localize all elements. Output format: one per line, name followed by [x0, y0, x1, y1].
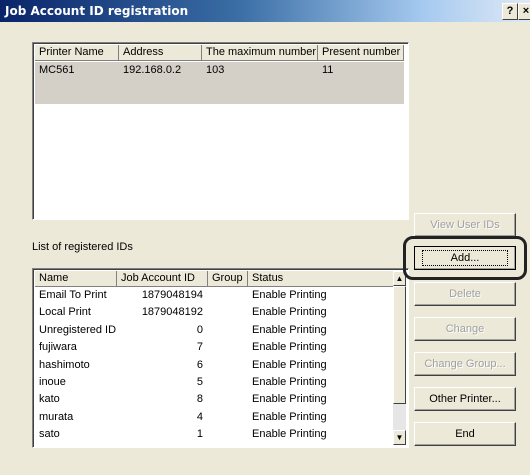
table-row[interactable]: hashimoto 6 Enable Printing [35, 358, 393, 373]
cell-group [212, 340, 246, 354]
table-row[interactable]: sato 1 Enable Printing [35, 427, 393, 442]
cell-id: 1879048192 [141, 306, 203, 319]
table-row[interactable]: Local Print 1879048192 Enable Printing [35, 305, 393, 320]
table-row[interactable]: Email To Print 1879048194 Enable Printing [35, 288, 393, 303]
ids-col-name[interactable]: Name [35, 271, 117, 287]
cell-id: 4 [196, 410, 203, 423]
cell-group [212, 288, 246, 302]
table-row[interactable]: murata 4 Enable Printing [35, 410, 393, 425]
registered-ids-list[interactable]: Name Job Account ID Group Status Email T… [32, 268, 409, 448]
cell-id: 8 [196, 393, 203, 406]
change-button[interactable]: Change [414, 317, 516, 341]
cell-name: kato [39, 393, 60, 406]
cell-name: sato [39, 428, 60, 441]
cell-name: Unregistered ID [39, 323, 117, 336]
cell-name: fujiwara [39, 341, 77, 354]
window-title: Job Account ID registration [5, 4, 189, 18]
scroll-down-button[interactable]: ▼ [393, 430, 406, 445]
ids-col-group[interactable]: Group [208, 271, 248, 287]
printer-name-cell: MC561 [39, 64, 75, 76]
cell-id: 1879048194 [141, 289, 203, 301]
printer-present-cell: 11 [322, 64, 334, 76]
cell-id: 7 [196, 341, 203, 354]
cell-status: Enable Printing [252, 428, 327, 441]
table-row[interactable]: Unregistered ID 0 Enable Printing [35, 323, 393, 338]
delete-button[interactable]: Delete [414, 282, 516, 306]
table-row[interactable]: inoue 5 Enable Printing [35, 375, 393, 390]
cell-group [212, 375, 246, 389]
cell-name: Local Print [39, 306, 91, 319]
cell-status: Enable Printing [252, 323, 327, 336]
cell-id: 5 [196, 376, 203, 388]
printer-col-present[interactable]: Present number [318, 45, 404, 61]
ids-col-jobid[interactable]: Job Account ID [117, 271, 208, 287]
cell-name: inoue [39, 376, 66, 388]
view-user-ids-button[interactable]: View User IDs [414, 213, 516, 237]
printer-col-max[interactable]: The maximum number [202, 45, 318, 61]
help-button[interactable]: ? [502, 3, 518, 20]
add-button[interactable]: Add... [414, 246, 516, 270]
table-row[interactable]: fujiwara 7 Enable Printing [35, 340, 393, 355]
cell-name: Email To Print [39, 289, 107, 301]
cell-status: Enable Printing [252, 358, 327, 371]
printer-col-address[interactable]: Address [119, 45, 202, 61]
close-button[interactable]: × [518, 3, 530, 20]
table-row[interactable]: kato 8 Enable Printing [35, 392, 393, 407]
printer-address-cell: 192.168.0.2 [123, 64, 182, 76]
other-printer-button[interactable]: Other Printer... [414, 387, 516, 411]
cell-name: murata [39, 410, 74, 423]
end-button[interactable]: End [414, 422, 516, 446]
cell-group [212, 358, 246, 372]
cell-status: Enable Printing [252, 306, 327, 319]
cell-status: Enable Printing [252, 289, 327, 301]
cell-status: Enable Printing [252, 376, 327, 388]
cell-group [212, 323, 246, 337]
cell-id: 0 [196, 323, 203, 336]
cell-group [212, 427, 246, 441]
cell-status: Enable Printing [252, 410, 327, 423]
registered-ids-label: List of registered IDs [32, 241, 133, 253]
cell-group [212, 392, 246, 406]
printer-max-cell: 103 [206, 64, 225, 76]
ids-col-status[interactable]: Status [248, 271, 395, 287]
title-bar[interactable]: Job Account ID registration ? × [0, 0, 530, 22]
ids-scrollbar[interactable]: ▲ ▼ [393, 271, 406, 445]
add-button-focus: Add... [421, 250, 509, 266]
cell-id: 6 [196, 358, 203, 371]
change-group-button[interactable]: Change Group... [414, 352, 516, 376]
cell-name: hashimoto [39, 358, 90, 371]
cell-group [212, 410, 246, 424]
cell-id: 1 [196, 428, 203, 441]
cell-status: Enable Printing [252, 341, 327, 354]
printer-col-name[interactable]: Printer Name [35, 45, 119, 61]
printer-list[interactable]: Printer Name Address The maximum number … [32, 42, 409, 220]
cell-status: Enable Printing [252, 393, 327, 406]
scroll-thumb[interactable] [393, 286, 406, 404]
dialog-window: Job Account ID registration ? × Printer … [0, 0, 530, 475]
cell-group [212, 305, 246, 319]
